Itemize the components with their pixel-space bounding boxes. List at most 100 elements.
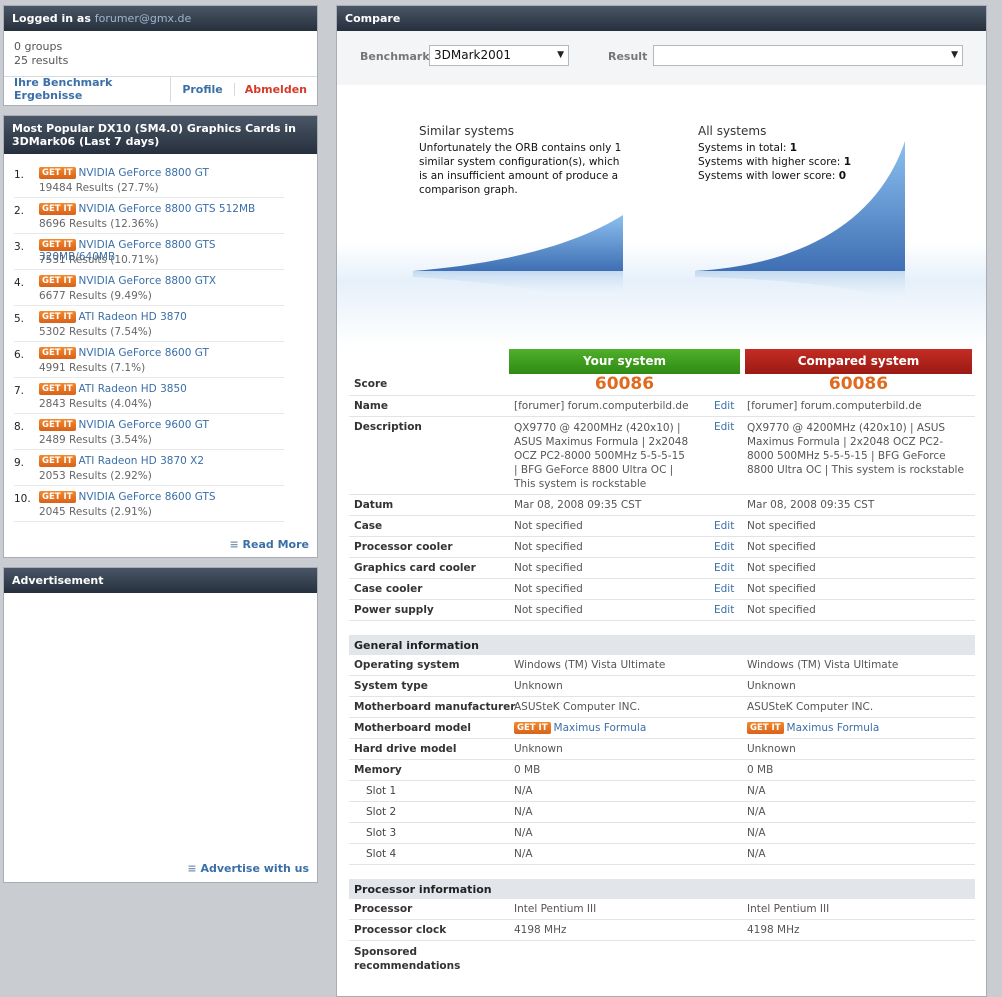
card-results: 19484 Results (27.7%) (39, 182, 159, 194)
mb-model-a: GET IT Maximus Formula (514, 722, 646, 734)
your-score: 60086 (594, 374, 655, 394)
compared-score: 60086 (828, 374, 889, 394)
case-cooler-b: Not specified (747, 583, 816, 595)
rank-number: 5. (14, 313, 25, 325)
your-system-button[interactable]: Your system (509, 349, 740, 374)
mb-model-a-link[interactable]: Maximus Formula (554, 722, 647, 734)
all-stats: Systems in total: 1 Systems with higher … (698, 141, 851, 183)
get-it-badge[interactable]: GET IT (39, 347, 76, 359)
clock-row: Processor clock 4198 MHz 4198 MHz (349, 920, 975, 941)
get-it-badge[interactable]: GET IT (39, 275, 76, 287)
list-icon: ≡ (187, 862, 197, 875)
mb-manufacturer-a: ASUSteK Computer INC. (514, 701, 641, 713)
card-results: 7531 Results (10.71%) (39, 254, 159, 266)
edit-case-link[interactable]: Edit (714, 520, 734, 532)
clock-label: Processor clock (354, 924, 447, 936)
gpu-cooler-label: Graphics card cooler (354, 562, 476, 574)
slot2-label: Slot 2 (366, 806, 397, 818)
psu-row: Power supply Not specified Edit Not spec… (349, 600, 975, 621)
mb-model-b: GET IT Maximus Formula (747, 722, 879, 734)
description-label: Description (354, 421, 422, 433)
card-name-link[interactable]: NVIDIA GeForce 8800 GTX (79, 275, 217, 287)
datum-a: Mar 08, 2008 09:35 CST (514, 499, 642, 511)
profile-link[interactable]: Profile (171, 82, 235, 96)
result-label: Result (608, 50, 648, 63)
card-name-link[interactable]: NVIDIA GeForce 9600 GT (79, 419, 209, 431)
compare-table: Score 60086 60086 Name [forumer] forum.c… (349, 374, 975, 973)
all-reflection (695, 271, 905, 305)
score-label: Score (354, 378, 388, 390)
processor-label: Processor (354, 903, 413, 915)
get-it-badge[interactable]: GET IT (514, 722, 551, 734)
get-it-badge[interactable]: GET IT (39, 239, 76, 251)
read-more-link[interactable]: ≡ Read More (229, 538, 309, 551)
card-results: 5302 Results (7.54%) (39, 326, 152, 338)
case-cooler-a: Not specified (514, 583, 583, 595)
cpu-cooler-a: Not specified (514, 541, 583, 553)
card-results: 4991 Results (7.1%) (39, 362, 146, 374)
total-value: 1 (789, 142, 798, 154)
slot2-b: N/A (747, 806, 766, 818)
name-b: [forumer] forum.computerbild.de (747, 400, 922, 412)
mb-model-b-link[interactable]: Maximus Formula (787, 722, 880, 734)
edit-cpu-cooler-link[interactable]: Edit (714, 541, 734, 553)
general-section-title: General information (349, 635, 975, 655)
get-it-badge[interactable]: GET IT (39, 455, 76, 467)
cpu-cooler-label: Processor cooler (354, 541, 453, 553)
higher-value: 1 (843, 156, 851, 168)
get-it-badge[interactable]: GET IT (39, 167, 76, 179)
description-a: QX9770 @ 4200MHz (420x10) | ASUS Maximus… (514, 422, 689, 490)
card-name-link[interactable]: ATI Radeon HD 3870 (79, 311, 187, 323)
card-entry: GET IT NVIDIA GeForce 8800 GTS 512MB (39, 203, 255, 215)
card-results: 8696 Results (12.36%) (39, 218, 159, 230)
score-row: Score 60086 60086 (349, 374, 975, 395)
edit-psu-link[interactable]: Edit (714, 604, 734, 616)
benchmark-results-link[interactable]: Ihre Benchmark Ergebnisse (4, 76, 172, 102)
get-it-badge[interactable]: GET IT (39, 419, 76, 431)
card-name-link[interactable]: NVIDIA GeForce 8600 GTS (79, 491, 216, 503)
mb-model-label: Motherboard model (354, 722, 472, 734)
edit-case-cooler-link[interactable]: Edit (714, 583, 734, 595)
edit-gpu-cooler-link[interactable]: Edit (714, 562, 734, 574)
rank-number: 3. (14, 241, 25, 253)
card-name-link[interactable]: NVIDIA GeForce 8600 GT (79, 347, 209, 359)
hdd-row: Hard drive model Unknown Unknown (349, 739, 975, 760)
get-it-badge[interactable]: GET IT (747, 722, 784, 734)
card-entry: GET IT NVIDIA GeForce 8600 GTS (39, 491, 216, 503)
graphs-area: Similar systems Unfortunately the ORB co… (337, 85, 986, 347)
card-name-link[interactable]: ATI Radeon HD 3850 (79, 383, 187, 395)
system-type-a: Unknown (514, 680, 563, 692)
get-it-badge[interactable]: GET IT (39, 491, 76, 503)
card-name-link[interactable]: NVIDIA GeForce 8800 GTS 512MB (79, 203, 256, 215)
get-it-badge[interactable]: GET IT (39, 203, 76, 215)
all-title: All systems (698, 124, 767, 138)
system-type-b: Unknown (747, 680, 796, 692)
edit-name-link[interactable]: Edit (714, 400, 734, 412)
rank-number: 10. (14, 493, 31, 505)
processor-section-title: Processor information (349, 879, 975, 899)
edit-description-link[interactable]: Edit (714, 421, 734, 433)
os-a: Windows (TM) Vista Ultimate (514, 659, 666, 671)
card-name-link[interactable]: ATI Radeon HD 3870 X2 (79, 455, 205, 467)
result-select[interactable]: ▼ (653, 45, 963, 66)
popular-cards-panel: Most Popular DX10 (SM4.0) Graphics Cards… (3, 115, 318, 558)
compare-panel: Compare Benchmark 3DMark2001 ▼ Result ▼ (336, 5, 987, 997)
get-it-badge[interactable]: GET IT (39, 311, 76, 323)
card-results: 2489 Results (3.54%) (39, 434, 152, 446)
card-results: 2045 Results (2.91%) (39, 506, 152, 518)
advertise-link[interactable]: ≡ Advertise with us (187, 862, 309, 875)
popular-list-item: 10. GET IT NVIDIA GeForce 8600 GTS 2045 Res… (14, 486, 284, 522)
datum-b: Mar 08, 2008 09:35 CST (747, 499, 875, 511)
card-entry: GET IT NVIDIA GeForce 8800 GT (39, 167, 209, 179)
card-name-link[interactable]: NVIDIA GeForce 8800 GT (79, 167, 209, 179)
rank-number: 4. (14, 277, 25, 289)
logout-link[interactable]: Abmelden (235, 83, 317, 96)
lower-value: 0 (838, 170, 847, 182)
similar-reflection (413, 271, 623, 300)
compared-system-button[interactable]: Compared system (745, 349, 972, 374)
slot1-b: N/A (747, 785, 766, 797)
memory-label: Memory (354, 764, 402, 776)
compare-title: Compare (337, 6, 986, 31)
get-it-badge[interactable]: GET IT (39, 383, 76, 395)
benchmark-select[interactable]: 3DMark2001 ▼ (429, 45, 569, 66)
